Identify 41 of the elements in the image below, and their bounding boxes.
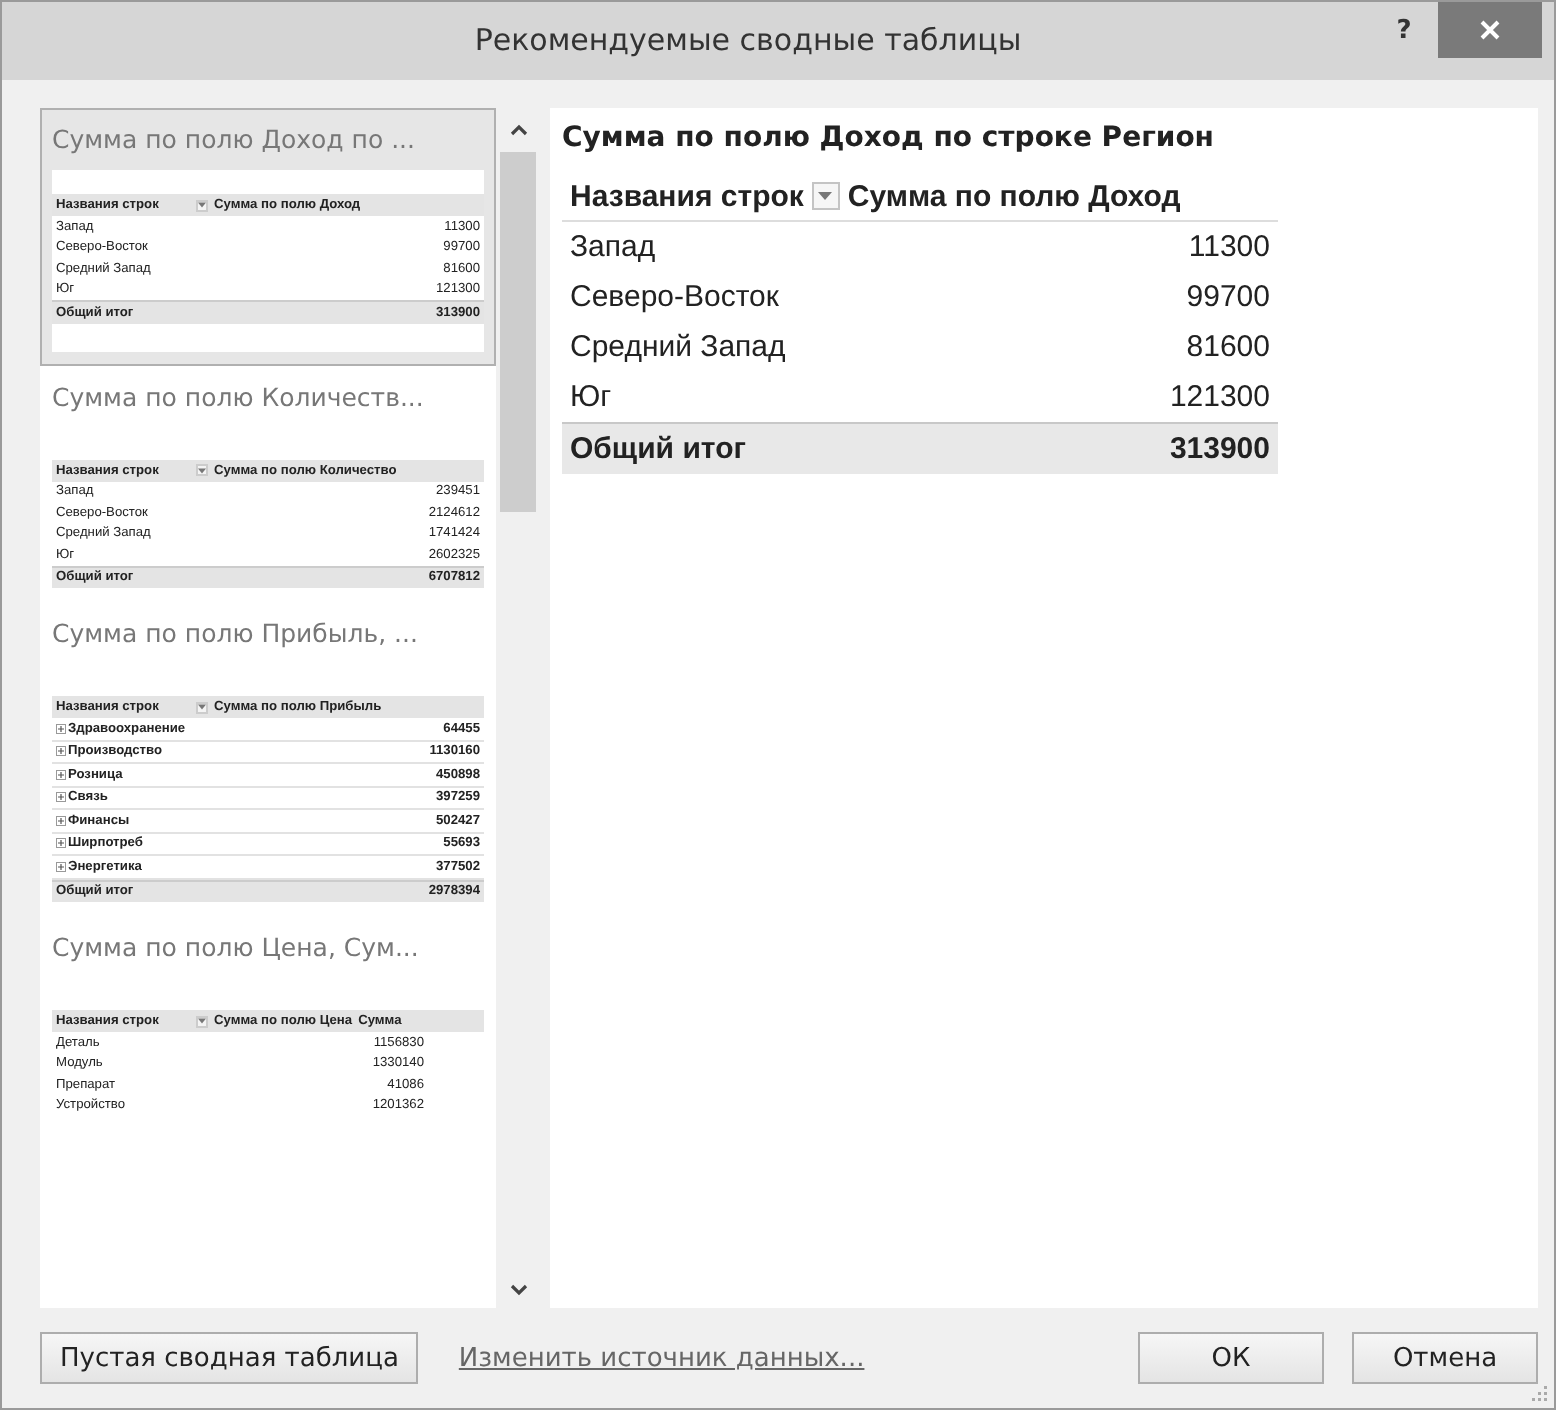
scroll-thumb[interactable] bbox=[500, 152, 536, 512]
help-button[interactable]: ? bbox=[1374, 2, 1434, 58]
row-label: Средний Запад bbox=[570, 330, 788, 364]
row-value: 99700 bbox=[1186, 280, 1270, 314]
column-header: Сумма по полю Доход bbox=[847, 179, 1183, 213]
expand-icon[interactable] bbox=[56, 746, 66, 757]
filter-dropdown-icon[interactable] bbox=[811, 182, 840, 210]
thumbnail-title: Сумма по полю Прибыль, ... bbox=[52, 616, 420, 652]
cancel-button[interactable]: Отмена bbox=[1352, 1332, 1538, 1384]
row-value: 81600 bbox=[1186, 330, 1270, 364]
close-button[interactable] bbox=[1438, 2, 1542, 58]
expand-icon[interactable] bbox=[56, 815, 66, 826]
filter-dropdown-icon[interactable] bbox=[196, 464, 208, 476]
filter-dropdown-icon[interactable] bbox=[196, 1015, 208, 1027]
change-source-link[interactable]: Изменить источник данных... bbox=[458, 1343, 865, 1373]
filter-dropdown-icon[interactable] bbox=[196, 199, 208, 211]
scroll-down-icon[interactable] bbox=[509, 1284, 527, 1296]
window-title: Рекомендуемые сводные таблицы bbox=[472, 22, 1024, 58]
expand-icon[interactable] bbox=[56, 769, 66, 780]
row-label: Северо-Восток bbox=[570, 280, 781, 314]
expand-icon[interactable] bbox=[56, 723, 66, 734]
expand-icon[interactable] bbox=[56, 838, 66, 849]
thumbnail-title: Сумма по полю Цена, Сум... bbox=[52, 930, 421, 966]
resize-grip-icon[interactable] bbox=[1532, 1386, 1548, 1402]
row-value: 11300 bbox=[1188, 230, 1270, 264]
total-value: 313900 bbox=[1169, 432, 1270, 466]
row-label: Юг bbox=[570, 380, 614, 414]
blank-pivot-button[interactable]: Пустая сводная таблица bbox=[40, 1332, 419, 1384]
filter-dropdown-icon[interactable] bbox=[196, 701, 208, 713]
ok-button[interactable]: ОК bbox=[1138, 1332, 1324, 1384]
total-label: Общий итог bbox=[570, 432, 748, 466]
expand-icon[interactable] bbox=[56, 792, 66, 803]
row-label: Запад bbox=[570, 230, 658, 264]
preview-title: Сумма по полю Доход по строке Регион bbox=[562, 122, 1216, 154]
row-value: 121300 bbox=[1169, 380, 1270, 414]
expand-icon[interactable] bbox=[56, 861, 66, 872]
close-icon bbox=[1480, 20, 1500, 40]
column-header: Названия строк bbox=[570, 179, 804, 213]
scroll-up-icon[interactable] bbox=[509, 124, 527, 136]
thumbnail-title: Сумма по полю Количеств... bbox=[52, 379, 426, 416]
thumbnail-title: Сумма по полю Доход по ... bbox=[52, 122, 418, 158]
